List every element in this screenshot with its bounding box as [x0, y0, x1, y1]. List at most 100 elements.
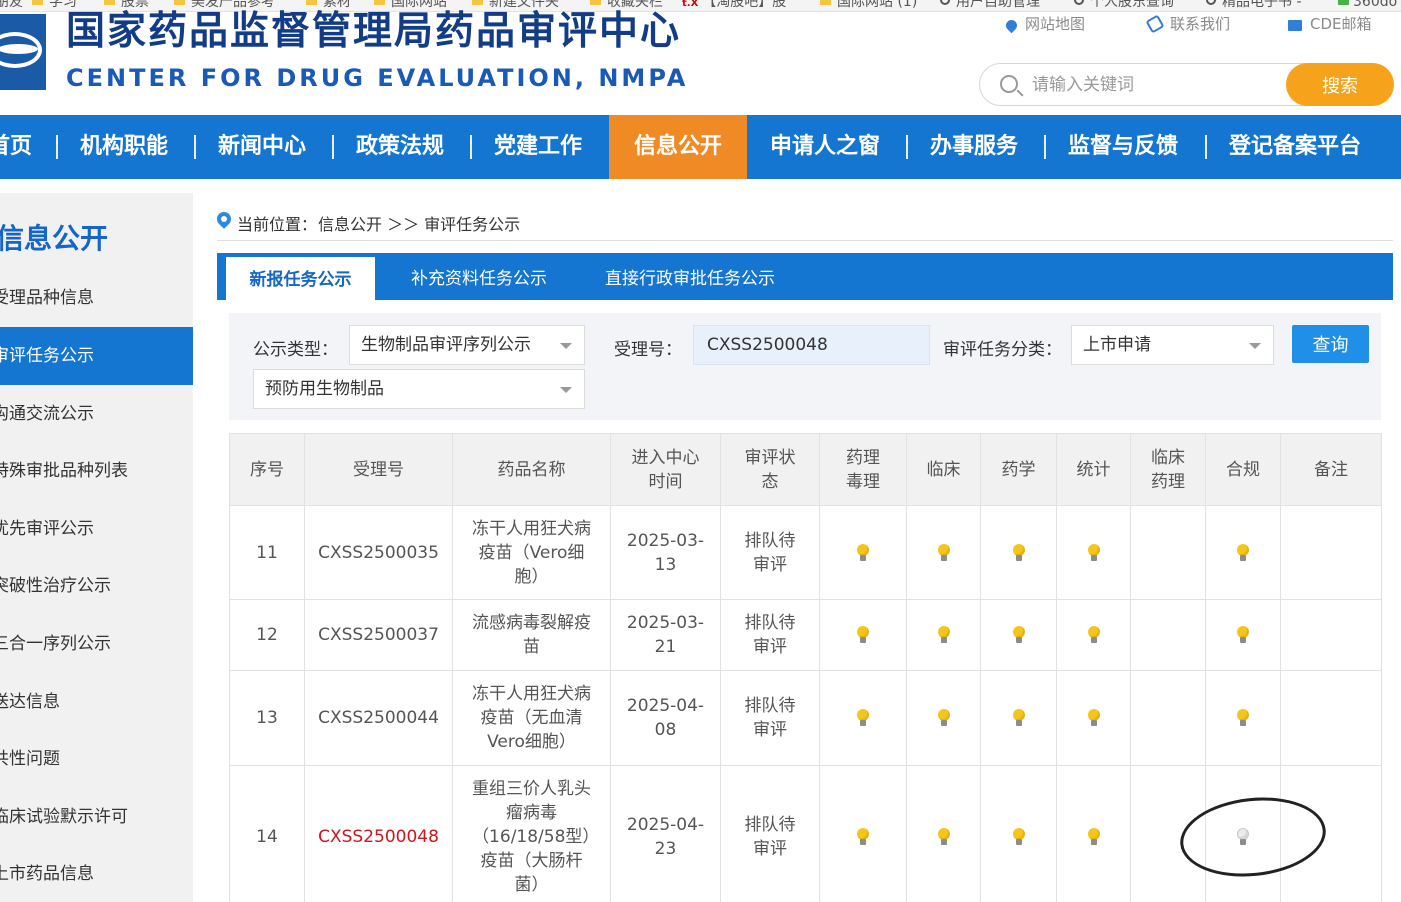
nav-feedback[interactable]: 监督与反馈: [1068, 115, 1178, 179]
tab-new-tasks[interactable]: 新报任务公示: [226, 257, 375, 300]
bulb-on-icon[interactable]: [1012, 827, 1025, 846]
cell-bulb: [980, 599, 1057, 671]
email-link[interactable]: CDE邮箱: [1288, 14, 1372, 34]
nav-services[interactable]: 办事服务: [930, 115, 1018, 179]
sidebar-item[interactable]: 共性问题: [0, 730, 193, 788]
cell-bulb: [906, 670, 981, 766]
sidebar-item[interactable]: 优先审评公示: [0, 500, 193, 558]
bulb-on-icon[interactable]: [937, 709, 950, 727]
nav-policy[interactable]: 政策法规: [356, 115, 444, 179]
bulb-on-icon[interactable]: [1087, 626, 1100, 644]
search-input[interactable]: [1032, 72, 1282, 98]
tx-icon: t.X: [682, 0, 699, 9]
acc-input[interactable]: CXSS2500048: [693, 325, 930, 365]
sidebar-item[interactable]: 突破性治疗公示: [0, 557, 193, 615]
breadcrumb-path[interactable]: 信息公开 ＞＞ 审评任务公示: [318, 211, 520, 235]
col-header: 药学: [980, 433, 1057, 506]
nav-functions[interactable]: 机构职能: [80, 115, 168, 179]
col-header: 进入中心时间: [610, 433, 721, 506]
bulb-on-icon[interactable]: [1237, 543, 1249, 562]
sitemap-link[interactable]: 网站地图: [1003, 14, 1085, 34]
sidebar-item[interactable]: 受理品种信息: [0, 269, 193, 327]
bulb-on-icon[interactable]: [1237, 709, 1249, 727]
cell-status: 排队待审评: [720, 670, 820, 766]
bulb-on-icon[interactable]: [937, 827, 950, 846]
main-nav: 首页 机构职能 新闻中心 政策法规 党建工作 信息公开 申请人之窗 办事服务 监…: [0, 115, 1401, 179]
bulb-on-icon[interactable]: [937, 543, 950, 562]
cell-date: 2025-04-08: [610, 670, 721, 766]
sidebar-item[interactable]: 送达信息: [0, 673, 193, 731]
cell-date: 2025-03-21: [610, 599, 721, 671]
bulb-on-icon[interactable]: [1012, 709, 1025, 727]
site-title: 国家药品监督管理局药品审评中心: [66, 9, 682, 54]
location-icon: [1003, 17, 1020, 34]
bookmark-item[interactable]: 用户自助管理: [940, 0, 1040, 11]
folder-icon: [104, 0, 115, 5]
nav-separator: [1205, 135, 1207, 159]
nav-news[interactable]: 新闻中心: [218, 115, 306, 179]
cell-bulb: [906, 599, 981, 671]
globe-icon: [940, 0, 950, 5]
bookmark-item[interactable]: 360do: [1338, 0, 1397, 11]
cell-bulb: [980, 505, 1057, 600]
folder-icon: [32, 0, 43, 5]
type-label: 公示类型：: [253, 340, 338, 360]
table-header-row: 序号 受理号 药品名称 进入中心时间 审评状态 药理毒理 临床 药学 统计 临床…: [229, 433, 1382, 506]
cell-no: 11: [229, 505, 305, 600]
query-button[interactable]: 查询: [1292, 325, 1369, 363]
bookmark-item[interactable]: t.X 【淘股吧】股: [682, 0, 786, 11]
nav-registration[interactable]: 登记备案平台: [1229, 115, 1361, 179]
search-button[interactable]: 搜索: [1286, 63, 1394, 106]
tab-supplement-tasks[interactable]: 补充资料任务公示: [411, 253, 547, 300]
bulb-on-icon[interactable]: [857, 827, 869, 846]
sidebar-item-active[interactable]: 审评任务公示: [0, 327, 193, 385]
col-header: 药品名称: [452, 433, 611, 506]
globe-icon: [1074, 0, 1084, 5]
sidebar-item[interactable]: 沟通交流公示: [0, 385, 193, 443]
tab-bar: 新报任务公示 补充资料任务公示 直接行政审批任务公示: [217, 253, 1393, 300]
cell-bulb: [819, 765, 907, 902]
nav-party[interactable]: 党建工作: [494, 115, 582, 179]
nav-applicant[interactable]: 申请人之窗: [770, 115, 880, 179]
bookmark-item[interactable]: 个人股东查询: [1074, 0, 1174, 11]
cell-bulb: [980, 765, 1057, 902]
cell-bulb: [819, 505, 907, 600]
bulb-on-icon[interactable]: [1087, 827, 1100, 846]
nav-separator: [194, 135, 196, 159]
bulb-on-icon[interactable]: [1012, 543, 1025, 562]
bulb-on-icon[interactable]: [857, 543, 869, 562]
col-header: 备注: [1280, 433, 1382, 506]
nav-home[interactable]: 首页: [0, 115, 32, 179]
breadcrumb: 当前位置： 信息公开 ＞＞ 审评任务公示: [214, 208, 1393, 241]
bulb-on-icon[interactable]: [857, 709, 869, 727]
cell-name: 冻干人用狂犬病疫苗（Vero细胞）: [452, 505, 611, 600]
bulb-on-icon[interactable]: [1087, 709, 1100, 727]
bookmark-item[interactable]: 朋友: [0, 0, 23, 11]
cde-logo[interactable]: [0, 14, 46, 90]
col-header: 合规: [1205, 433, 1281, 506]
bulb-on-icon[interactable]: [857, 626, 869, 644]
sidebar-item[interactable]: 特殊审批品种列表: [0, 442, 193, 500]
search-box: 搜索: [979, 63, 1394, 106]
tab-direct-approval-tasks[interactable]: 直接行政审批任务公示: [605, 253, 775, 300]
bulb-on-icon[interactable]: [1087, 543, 1100, 562]
sidebar-item[interactable]: 三合一序列公示: [0, 615, 193, 673]
bulb-on-icon[interactable]: [1012, 626, 1025, 644]
table-row: 12 CXSS2500037 流感病毒裂解疫苗 2025-03-21 排队待审评: [229, 599, 1382, 671]
bookmark-item[interactable]: 国际网站 (1): [820, 0, 917, 11]
bulb-on-icon[interactable]: [1237, 626, 1249, 644]
category-select[interactable]: 上市申请: [1071, 325, 1274, 365]
cell-status: 排队待审评: [720, 599, 820, 671]
bulb-on-icon[interactable]: [937, 626, 950, 644]
contact-link[interactable]: 联系我们: [1145, 14, 1230, 34]
subtype-select[interactable]: 预防用生物制品: [253, 369, 585, 409]
nav-info-public[interactable]: 信息公开: [609, 115, 747, 179]
page-root: 朋友 学习 股票 美发产品参考 素材 国际网站 新建文件夹 收藏夹栏 t.X【淘…: [0, 0, 1401, 902]
type-select[interactable]: 生物制品审评序列公示: [349, 325, 585, 365]
sidebar-item[interactable]: 临床试验默示许可: [0, 788, 193, 846]
cell-empty: [1130, 505, 1206, 600]
sidebar-item[interactable]: 上市药品信息: [0, 845, 193, 902]
col-header: 临床药理: [1130, 433, 1206, 506]
folder-icon: [472, 0, 483, 5]
bookmark-item[interactable]: 精品电子书 -: [1206, 0, 1302, 11]
